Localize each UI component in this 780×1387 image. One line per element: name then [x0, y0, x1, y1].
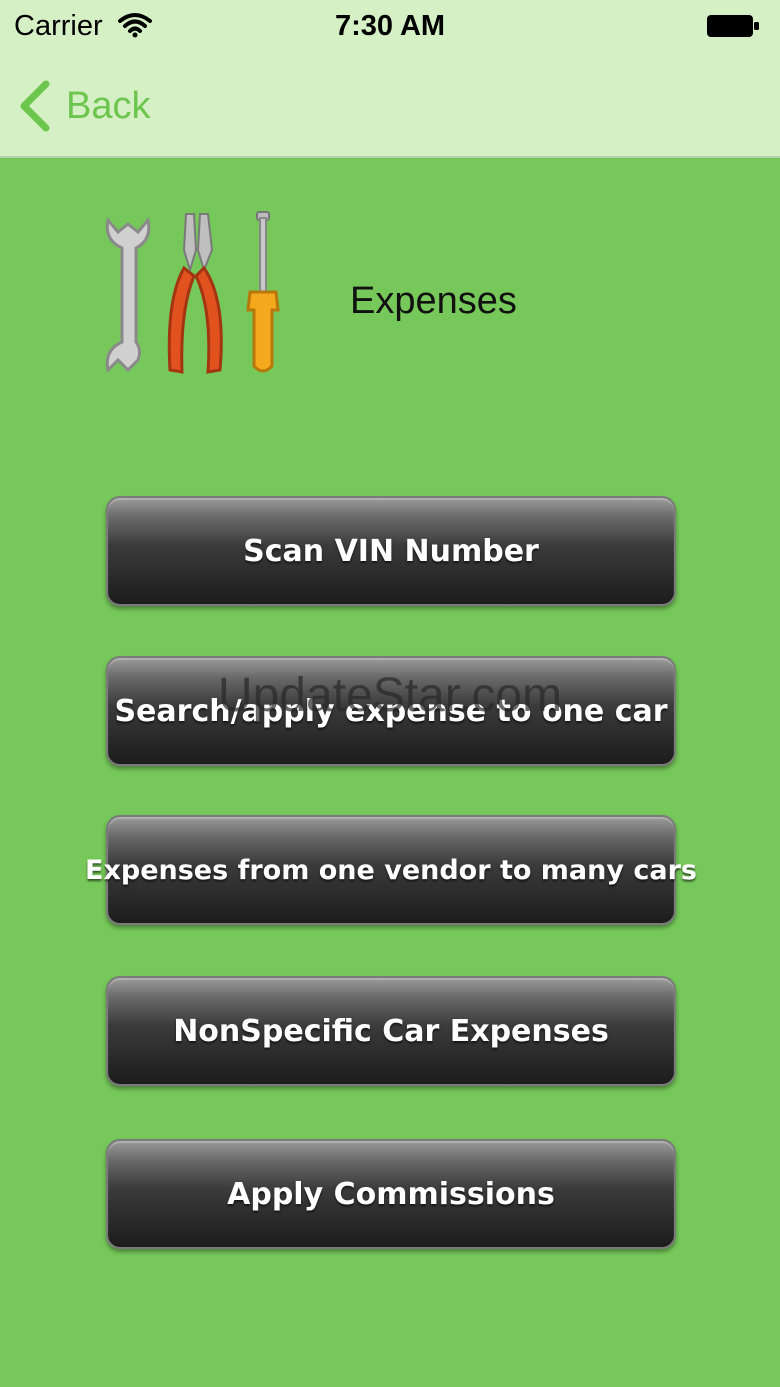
chevron-left-icon — [20, 80, 50, 132]
apply-commissions-button[interactable]: Apply Commissions — [106, 1139, 676, 1249]
back-button[interactable]: Back — [16, 78, 150, 134]
clock: 7:30 AM — [334, 10, 446, 42]
scan-vin-button[interactable]: Scan VIN Number — [106, 496, 676, 606]
navigation-bar: Back — [0, 54, 780, 158]
nonspecific-expenses-button[interactable]: NonSpecific Car Expenses — [106, 976, 676, 1086]
status-bar: Carrier 7:30 AM — [0, 0, 780, 54]
tools-icon — [105, 211, 280, 374]
vendor-to-many-cars-button[interactable]: Expenses from one vendor to many cars — [85, 815, 697, 925]
page-title: Expenses — [350, 280, 517, 322]
back-label: Back — [66, 84, 151, 127]
battery-icon — [707, 15, 759, 37]
search-apply-expense-button[interactable]: Search/apply expense to one car — [106, 656, 676, 766]
